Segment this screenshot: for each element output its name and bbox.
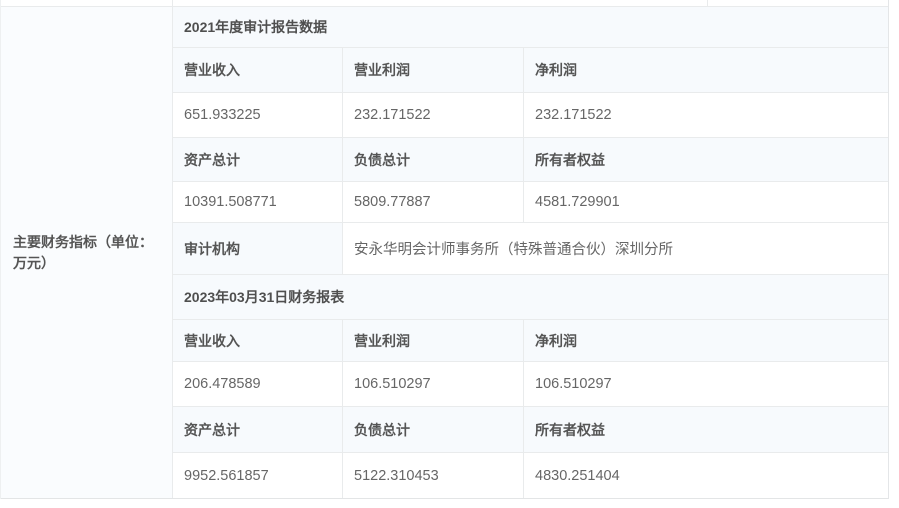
column-header: 所有者权益 — [535, 151, 605, 168]
metric-value-cell: 106.510297 — [343, 362, 524, 407]
column-header-cell: 营业收入 — [173, 320, 343, 362]
remnant-cell — [708, 0, 888, 6]
column-header-cell: 净利润 — [524, 48, 888, 93]
column-header: 净利润 — [535, 332, 577, 349]
column-header: 所有者权益 — [535, 421, 605, 438]
audit-value-cell: 安永华明会计师事务所（特殊普通合伙）深圳分所 — [343, 223, 888, 275]
metric-value: 5809.77887 — [354, 194, 431, 210]
value-row: 651.933225 232.171522 232.171522 — [173, 93, 888, 138]
audit-value: 安永华明会计师事务所（特殊普通合伙）深圳分所 — [354, 242, 673, 258]
value-row: 206.478589 106.510297 106.510297 — [173, 362, 888, 407]
column-header: 营业收入 — [184, 62, 240, 78]
column-header: 资产总计 — [184, 421, 240, 438]
financial-data-grid: 2021年度审计报告数据 营业收入 营业利润 净利润 651.933225 23… — [173, 7, 888, 498]
metric-value: 651.933225 — [184, 107, 261, 123]
row-label: 主要财务指标（单位：万元） — [13, 234, 153, 271]
column-header-cell: 所有者权益 — [524, 138, 888, 182]
column-header: 营业利润 — [354, 62, 410, 78]
audit-label: 审计机构 — [184, 240, 240, 257]
column-header-cell: 净利润 — [524, 320, 888, 362]
value-row: 10391.508771 5809.77887 4581.729901 — [173, 182, 888, 223]
row-label-cell: 主要财务指标（单位：万元） — [1, 7, 173, 498]
column-header: 资产总计 — [184, 151, 240, 168]
metric-value-cell: 232.171522 — [524, 93, 888, 138]
header-row: 营业收入 营业利润 净利润 — [173, 48, 888, 93]
column-header: 净利润 — [535, 62, 577, 78]
metric-value-cell: 5809.77887 — [343, 182, 524, 223]
financial-indicators-row: 主要财务指标（单位：万元） 2021年度审计报告数据 营业收入 营业利润 净利润… — [1, 7, 888, 499]
section-title: 2021年度审计报告数据 — [184, 19, 328, 35]
metric-value-cell: 106.510297 — [524, 362, 888, 407]
section-2021: 2021年度审计报告数据 — [173, 7, 888, 48]
column-header: 负债总计 — [354, 151, 410, 168]
column-header-cell: 营业收入 — [173, 48, 343, 93]
column-header-cell: 营业利润 — [343, 320, 524, 362]
column-header-cell: 所有者权益 — [524, 407, 888, 453]
metric-value-cell: 10391.508771 — [173, 182, 343, 223]
column-header: 营业收入 — [184, 332, 240, 349]
audit-row: 审计机构 安永华明会计师事务所（特殊普通合伙）深圳分所 — [173, 223, 888, 275]
section-2023: 2023年03月31日财务报表 — [173, 275, 888, 320]
column-header: 负债总计 — [354, 421, 410, 438]
metric-value: 206.478589 — [184, 376, 261, 392]
column-header-cell: 负债总计 — [343, 407, 524, 453]
value-row: 9952.561857 5122.310453 4830.251404 — [173, 453, 888, 498]
column-header-cell: 资产总计 — [173, 407, 343, 453]
metric-value-cell: 4581.729901 — [524, 182, 888, 223]
column-header-cell: 资产总计 — [173, 138, 343, 182]
metric-value-cell: 4830.251404 — [524, 453, 888, 498]
metric-value: 5122.310453 — [354, 467, 439, 484]
financial-indicators-table: 主要财务指标（单位：万元） 2021年度审计报告数据 营业收入 营业利润 净利润… — [0, 0, 889, 499]
header-row: 资产总计 负债总计 所有者权益 — [173, 407, 888, 453]
metric-value: 4581.729901 — [535, 194, 620, 210]
metric-value: 232.171522 — [535, 107, 612, 123]
metric-value-cell: 651.933225 — [173, 93, 343, 138]
metric-value: 4830.251404 — [535, 467, 620, 484]
metric-value: 10391.508771 — [184, 194, 277, 210]
column-header-cell: 负债总计 — [343, 138, 524, 182]
metric-value: 9952.561857 — [184, 467, 269, 484]
metric-value: 106.510297 — [535, 376, 612, 392]
metric-value-cell: 206.478589 — [173, 362, 343, 407]
audit-label-cell: 审计机构 — [173, 223, 343, 275]
section-title-cell: 2023年03月31日财务报表 — [173, 275, 888, 320]
section-title: 2023年03月31日财务报表 — [184, 289, 345, 305]
previous-row-remnant — [1, 0, 888, 7]
section-title-cell: 2021年度审计报告数据 — [173, 7, 888, 48]
metric-value-cell: 9952.561857 — [173, 453, 343, 498]
column-header: 营业利润 — [354, 332, 410, 349]
header-row: 营业收入 营业利润 净利润 — [173, 320, 888, 362]
column-header-cell: 营业利润 — [343, 48, 524, 93]
metric-value: 232.171522 — [354, 107, 431, 123]
remnant-cell — [1, 0, 173, 6]
metric-value-cell: 5122.310453 — [343, 453, 524, 498]
header-row: 资产总计 负债总计 所有者权益 — [173, 138, 888, 182]
metric-value-cell: 232.171522 — [343, 93, 524, 138]
metric-value: 106.510297 — [354, 376, 431, 392]
remnant-cell — [173, 0, 708, 6]
